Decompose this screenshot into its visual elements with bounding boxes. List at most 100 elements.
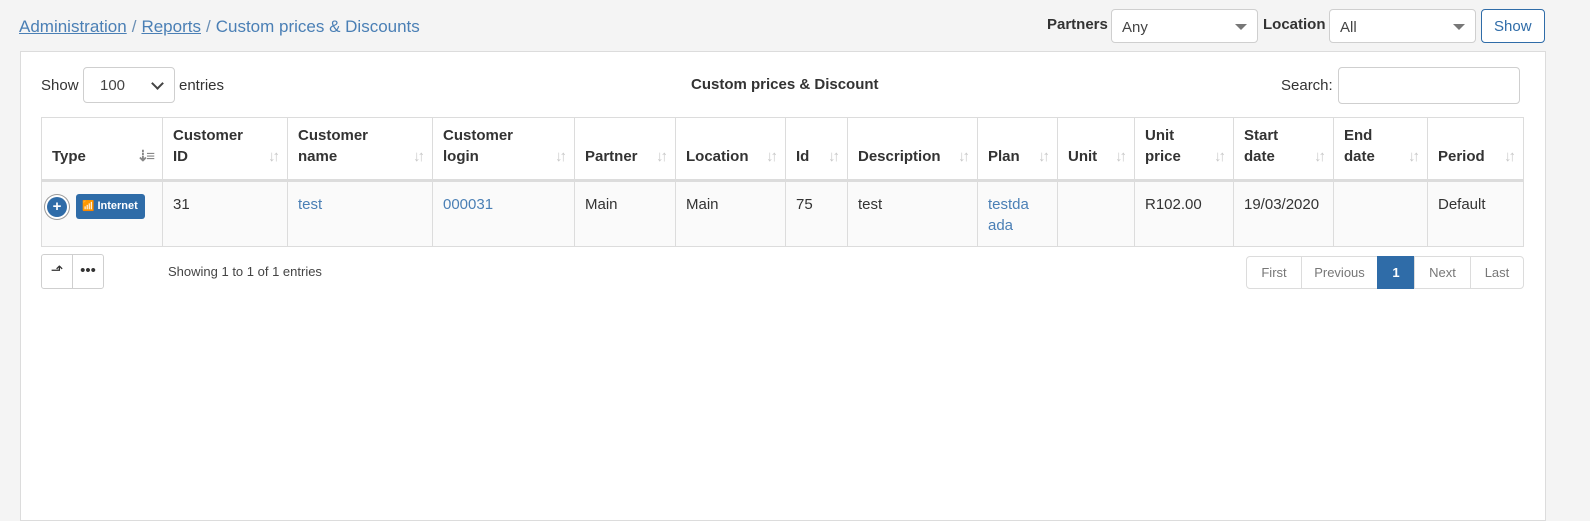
location-value: All [1340,19,1357,36]
entries-label: entries [179,77,225,94]
show-button[interactable]: Show [1481,9,1545,43]
partners-value: Any [1122,19,1148,36]
breadcrumb-separator: / [205,17,211,36]
table-title: Custom prices & Discount [691,76,879,93]
caret-down-icon [1453,24,1465,30]
breadcrumb-current: Custom prices & Discounts [215,17,420,36]
column-header-customer-name[interactable]: Customer name ↓↑ [287,117,433,182]
column-header-unit-price[interactable]: Unit price ↓↑ [1134,117,1234,182]
wifi-icon: 📶 [82,201,95,212]
column-header-location[interactable]: Location ↓↑ [675,117,786,182]
sort-icon: ↓↑ [268,148,280,165]
column-header-description[interactable]: Description ↓↑ [847,117,978,182]
column-header-plan[interactable]: Plan ↓↑ [977,117,1058,182]
search-input[interactable] [1338,67,1520,104]
export-icon: ⬏ [50,262,64,279]
expand-row-icon[interactable]: + [47,196,67,217]
customer-login-link[interactable]: 000031 [443,196,493,213]
entries-length-select[interactable]: 100 [83,67,175,103]
sort-icon: ↓↑ [766,148,778,165]
column-header-end-date[interactable]: End date ↓↑ [1333,117,1428,182]
entries-length-value: 100 [100,77,126,94]
type-badge-label: Internet [97,200,138,212]
breadcrumb-administration[interactable]: Administration [19,17,127,36]
column-label: Customer [443,127,514,144]
breadcrumb-reports[interactable]: Reports [141,17,201,36]
column-label: Customer [298,127,369,144]
column-label: name [298,148,338,165]
sort-icon: ↓↑ [1038,148,1050,165]
cell-end-date [1333,180,1428,247]
cell-customer-id: 31 [162,180,288,247]
page-first-button[interactable]: First [1246,256,1302,289]
sort-asc-icon: ⇣≡ [136,148,155,165]
column-label: Partner [585,148,638,165]
column-label: date [1344,148,1375,165]
cell-location: Main [675,180,786,247]
sort-icon: ↓↑ [656,148,668,165]
column-header-unit[interactable]: Unit ↓↑ [1057,117,1135,182]
column-label: Id [796,148,810,165]
column-header-type[interactable]: Type ⇣≡ [41,117,163,182]
page-previous-button[interactable]: Previous [1301,256,1378,289]
column-label: ID [173,148,188,165]
column-header-customer-id[interactable]: Customer ID ↓↑ [162,117,288,182]
cell-start-date: 19/03/2020 [1233,180,1334,247]
column-label: Start [1244,127,1279,144]
sort-icon: ↓↑ [413,148,425,165]
search-label: Search: [1281,77,1333,94]
cell-unit [1057,180,1135,247]
partners-label: Partners [1047,16,1108,33]
column-header-customer-login[interactable]: Customer login ↓↑ [432,117,575,182]
column-label: Location [686,148,749,165]
type-badge: 📶 Internet [76,194,145,219]
table-header-row: Type ⇣≡ Customer ID ↓↑ Customer name ↓↑ Custo… [41,117,1524,182]
column-label: price [1145,148,1181,165]
column-label: Unit [1068,148,1098,165]
plan-link[interactable]: testda ada [988,196,1029,234]
column-label: Description [858,148,941,165]
cell-period: Default [1427,180,1524,247]
sort-icon: ↓↑ [1214,148,1226,165]
column-header-start-date[interactable]: Start date ↓↑ [1233,117,1334,182]
sort-icon: ↓↑ [828,148,840,165]
cell-id: 75 [785,180,848,247]
plan-link-line: ada [988,217,1014,234]
column-label: Plan [988,148,1020,165]
page-1-button[interactable]: 1 [1377,256,1415,289]
prices-table: Type ⇣≡ Customer ID ↓↑ Customer name ↓↑ Custo… [41,117,1524,247]
ellipsis-icon: ••• [80,262,96,279]
partners-select[interactable]: Any [1111,9,1258,43]
breadcrumb-separator: / [131,17,137,36]
page-last-button[interactable]: Last [1470,256,1524,289]
table-row: + 📶 Internet 31 test 000031 Main Main 75 t… [41,180,1524,247]
breadcrumb: Administration / Reports / Custom prices & D… [19,17,420,37]
filters-bar: Partners Any Location All Show [1047,9,1590,45]
column-label: Unit [1145,127,1175,144]
sort-icon: ↓↑ [958,148,970,165]
page-next-button[interactable]: Next [1414,256,1471,289]
column-label: Period [1438,148,1485,165]
chevron-down-icon [151,77,164,90]
plan-link-line: testda [988,196,1029,213]
sort-icon: ↓↑ [1408,148,1420,165]
table-info: Showing 1 to 1 of 1 entries [168,264,322,279]
cell-customer-name: test [287,180,433,247]
column-label: Customer [173,127,244,144]
top-bar: Administration / Reports / Custom prices & D… [0,0,1590,52]
column-header-period[interactable]: Period ↓↑ [1427,117,1524,182]
cell-partner: Main [574,180,676,247]
sort-icon: ↓↑ [1504,148,1516,165]
show-entries-label: Show [41,77,79,94]
column-header-id[interactable]: Id ↓↑ [785,117,848,182]
location-select[interactable]: All [1329,9,1476,43]
report-panel: Show 100 entries Custom prices & Discoun… [20,51,1546,521]
column-label: date [1244,148,1275,165]
column-header-partner[interactable]: Partner ↓↑ [574,117,676,182]
customer-name-link[interactable]: test [298,196,322,213]
more-options-button[interactable]: ••• [72,254,104,289]
export-button[interactable]: ⬏ [41,254,73,289]
column-label: End [1344,127,1373,144]
cell-unit-price: R102.00 [1134,180,1234,247]
sort-icon: ↓↑ [1314,148,1326,165]
